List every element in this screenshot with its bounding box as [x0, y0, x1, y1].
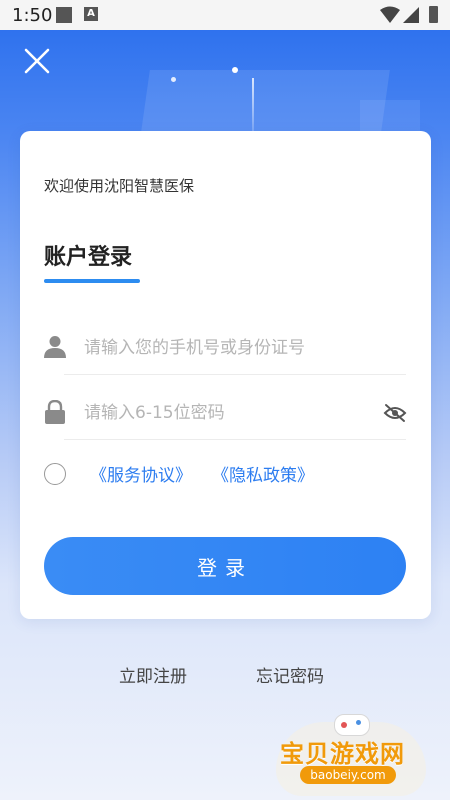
status-bar: 1:50 A [0, 0, 450, 30]
hero-decoration [171, 77, 176, 82]
register-link[interactable]: 立即注册 [119, 662, 187, 687]
watermark-site: baobeiy.com [300, 766, 396, 784]
service-agreement-link[interactable]: 《服务协议》 [90, 461, 192, 486]
agreement-checkbox[interactable] [44, 463, 66, 485]
phone-field [44, 321, 406, 375]
password-input[interactable] [82, 394, 376, 432]
battery-icon [429, 6, 438, 23]
user-icon [44, 336, 66, 358]
phone-input[interactable] [82, 329, 376, 367]
watermark-title: 宝贝游戏网 [280, 740, 405, 768]
notification-icon [56, 7, 72, 23]
agreement-row: 《服务协议》 《隐私政策》 [44, 461, 406, 491]
close-icon[interactable] [24, 48, 50, 74]
divider [64, 374, 406, 375]
status-time: 1:50 [12, 5, 53, 26]
gamepad-icon [334, 714, 370, 736]
login-card: 欢迎使用沈阳智慧医保 账户登录 《服务协议》 《隐私政策》 登录 [20, 131, 431, 619]
app-notification-icon: A [84, 7, 98, 21]
hero-decoration [232, 67, 238, 73]
privacy-policy-link[interactable]: 《隐私政策》 [212, 461, 314, 486]
tab-account-login[interactable]: 账户登录 [44, 239, 132, 271]
wifi-icon [380, 6, 400, 23]
tab-active-indicator [44, 279, 140, 283]
welcome-text: 欢迎使用沈阳智慧医保 [44, 177, 195, 195]
lock-icon [45, 400, 65, 424]
password-field [44, 386, 407, 440]
login-button[interactable]: 登录 [44, 537, 406, 595]
eye-off-icon[interactable] [383, 403, 407, 423]
watermark-logo: 宝贝游戏网 baobeiy.com [276, 712, 426, 796]
signal-icon [403, 7, 419, 23]
divider [64, 439, 406, 440]
forgot-password-link[interactable]: 忘记密码 [256, 662, 324, 687]
